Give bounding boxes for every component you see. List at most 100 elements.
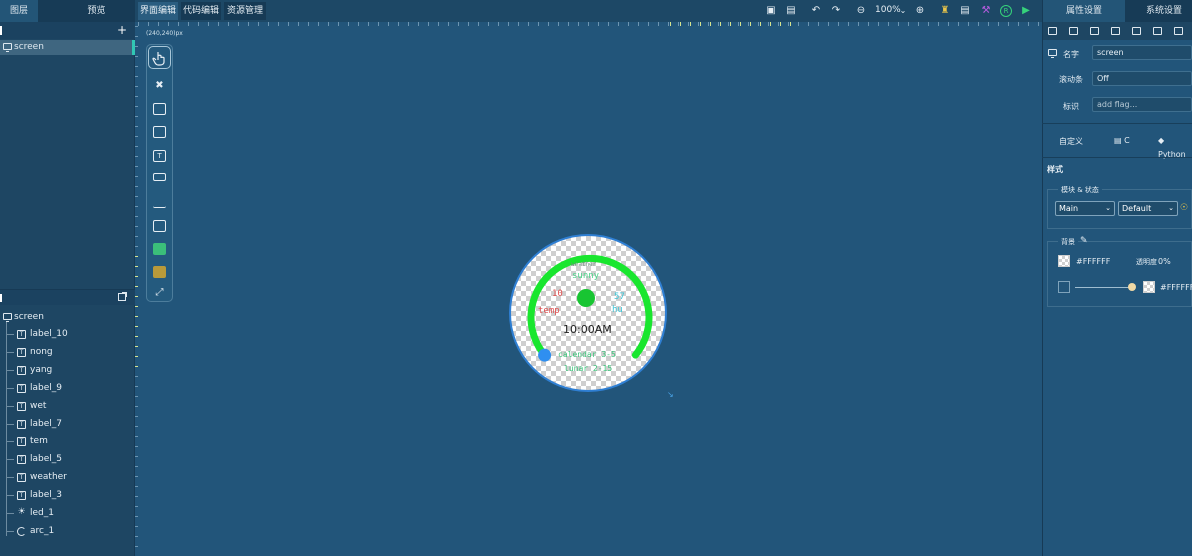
monitor-icon (1048, 49, 1057, 58)
tree-item[interactable]: Tweather (0, 469, 135, 487)
tree-connector (6, 405, 14, 407)
name-input[interactable]: screen (1092, 45, 1192, 60)
brush-icon[interactable]: ✎ (1080, 236, 1088, 246)
tree-item[interactable]: Tnong (0, 344, 135, 362)
tab-preview[interactable]: 预览 (58, 0, 135, 22)
external-link-icon[interactable] (118, 292, 127, 301)
python-button[interactable]: ◆ Python (1158, 134, 1192, 159)
run-r-icon[interactable]: R (1000, 5, 1012, 17)
redo-icon[interactable]: ↷ (830, 5, 842, 17)
tree-item-screen[interactable]: screen (0, 309, 135, 327)
bg-color-value: #FFFFFF (1076, 257, 1111, 266)
phone-widget-icon[interactable] (153, 126, 166, 138)
arc-knob[interactable] (538, 348, 552, 362)
tree-item[interactable]: arc_1 (0, 523, 135, 541)
layer-item-label: screen (14, 42, 44, 52)
led-widget[interactable] (577, 289, 595, 307)
part-select[interactable]: Main ⌄ (1055, 201, 1115, 216)
gradient-slider[interactable] (1075, 287, 1133, 288)
tree-header (0, 289, 135, 305)
tab-properties[interactable]: 属性设置 (1043, 0, 1125, 22)
style-title: 样式 (1047, 165, 1063, 174)
export-icon[interactable]: ▤ (959, 5, 971, 17)
tree-item-label: tem (30, 436, 48, 447)
watch-screen[interactable]: weather sunny 10 temp 57 hu 10:00AM cale… (509, 234, 667, 392)
c-button[interactable]: ▤ C (1114, 134, 1130, 148)
collapse-icon[interactable]: ✖ (153, 81, 166, 93)
tree-item[interactable]: Tyang (0, 362, 135, 380)
gradient-slider-thumb[interactable] (1128, 283, 1136, 291)
tree-item[interactable]: Tlabel_10 (0, 326, 135, 344)
align-right-icon[interactable] (1090, 27, 1099, 35)
bg-color-swatch[interactable] (1058, 255, 1070, 267)
opacity-label: 透明度 (1136, 258, 1157, 266)
chart-widget-icon[interactable] (153, 196, 166, 208)
text-widget-icon[interactable]: T (153, 150, 166, 162)
chevron-down-icon: ⌄ (1105, 204, 1111, 212)
image-widget-icon[interactable] (153, 220, 166, 232)
text-icon: T (17, 473, 26, 483)
tree-item[interactable]: Ttem (0, 433, 135, 451)
header-marker (0, 26, 2, 35)
tree-connector (6, 334, 14, 335)
zoom-in-icon[interactable]: ⊕ (914, 5, 926, 17)
tree-item-label: weather (30, 472, 67, 483)
tab-code-editor[interactable]: 代码编辑 (181, 2, 221, 20)
align-center-icon[interactable] (1069, 27, 1078, 35)
tree-connector (6, 513, 14, 514)
add-layer-icon[interactable]: + (117, 23, 127, 37)
tab-resource-manager[interactable]: 资源管理 (224, 2, 266, 20)
build-icon[interactable]: ⚒ (980, 5, 992, 17)
text-icon: T (17, 437, 26, 447)
zoom-dropdown-icon[interactable]: ⌄ (897, 5, 909, 17)
line-widget-icon[interactable] (153, 243, 166, 255)
time-label: 10:00AM (563, 323, 612, 336)
align-bottom-icon[interactable] (1153, 27, 1162, 35)
gradient-color-swatch[interactable] (1143, 281, 1155, 293)
tree-item-label: nong (30, 346, 53, 357)
layer-item-screen[interactable]: screen (0, 40, 135, 55)
python-icon: ◆ (1158, 136, 1165, 145)
grid-widget-icon[interactable] (153, 266, 166, 278)
tree-connector (6, 495, 14, 497)
tree-connector (6, 387, 14, 389)
tree-item-label: screen (14, 312, 44, 322)
tab-layers[interactable]: 图层 (0, 0, 38, 22)
text-icon: T (17, 365, 26, 375)
tab-ui-editor[interactable]: 界面编辑 (138, 2, 178, 20)
eye-icon[interactable]: ☉ (1180, 203, 1188, 213)
text-icon: T (17, 383, 26, 393)
clean-icon[interactable]: ♜ (939, 5, 951, 17)
tree-item[interactable]: Tlabel_7 (0, 416, 135, 434)
flag-input[interactable]: add flag... (1092, 97, 1192, 112)
part-select-value: Main (1059, 204, 1079, 213)
state-select[interactable]: Default ⌄ (1118, 201, 1178, 216)
tree-item[interactable]: Tlabel_3 (0, 487, 135, 505)
opacity-value: 0% (1158, 257, 1171, 266)
header-marker (0, 294, 2, 302)
gradient-toggle[interactable] (1058, 281, 1070, 293)
expand-icon[interactable]: ⤢ (153, 288, 166, 300)
align-left-icon[interactable] (1048, 27, 1057, 35)
distribute-icon[interactable] (1174, 27, 1183, 35)
tab-system-settings[interactable]: 系统设置 (1135, 0, 1192, 22)
align-middle-icon[interactable] (1132, 27, 1141, 35)
button-widget-icon[interactable] (153, 103, 166, 115)
tree-item[interactable]: Twet (0, 398, 135, 416)
tree-item[interactable]: Tlabel_9 (0, 380, 135, 398)
divider (1042, 123, 1192, 124)
resize-handle-icon[interactable]: ↘ (667, 391, 674, 399)
align-top-icon[interactable] (1111, 27, 1120, 35)
tree-item[interactable]: Tlabel_5 (0, 451, 135, 469)
undo-icon[interactable]: ↶ (810, 5, 822, 17)
text-icon: T (17, 401, 26, 411)
zoom-out-icon[interactable]: ⊖ (855, 5, 867, 17)
weather-title: weather (571, 261, 597, 268)
tree-item[interactable]: ☀ led_1 (0, 505, 135, 523)
scroll-select[interactable]: Off (1092, 71, 1192, 86)
play-icon[interactable]: ▶ (1020, 5, 1032, 17)
bring-front-icon[interactable]: ▣ (765, 5, 777, 17)
hand-tool-icon[interactable] (148, 46, 171, 69)
send-back-icon[interactable]: ▤ (785, 5, 797, 17)
input-widget-icon[interactable] (153, 173, 166, 181)
